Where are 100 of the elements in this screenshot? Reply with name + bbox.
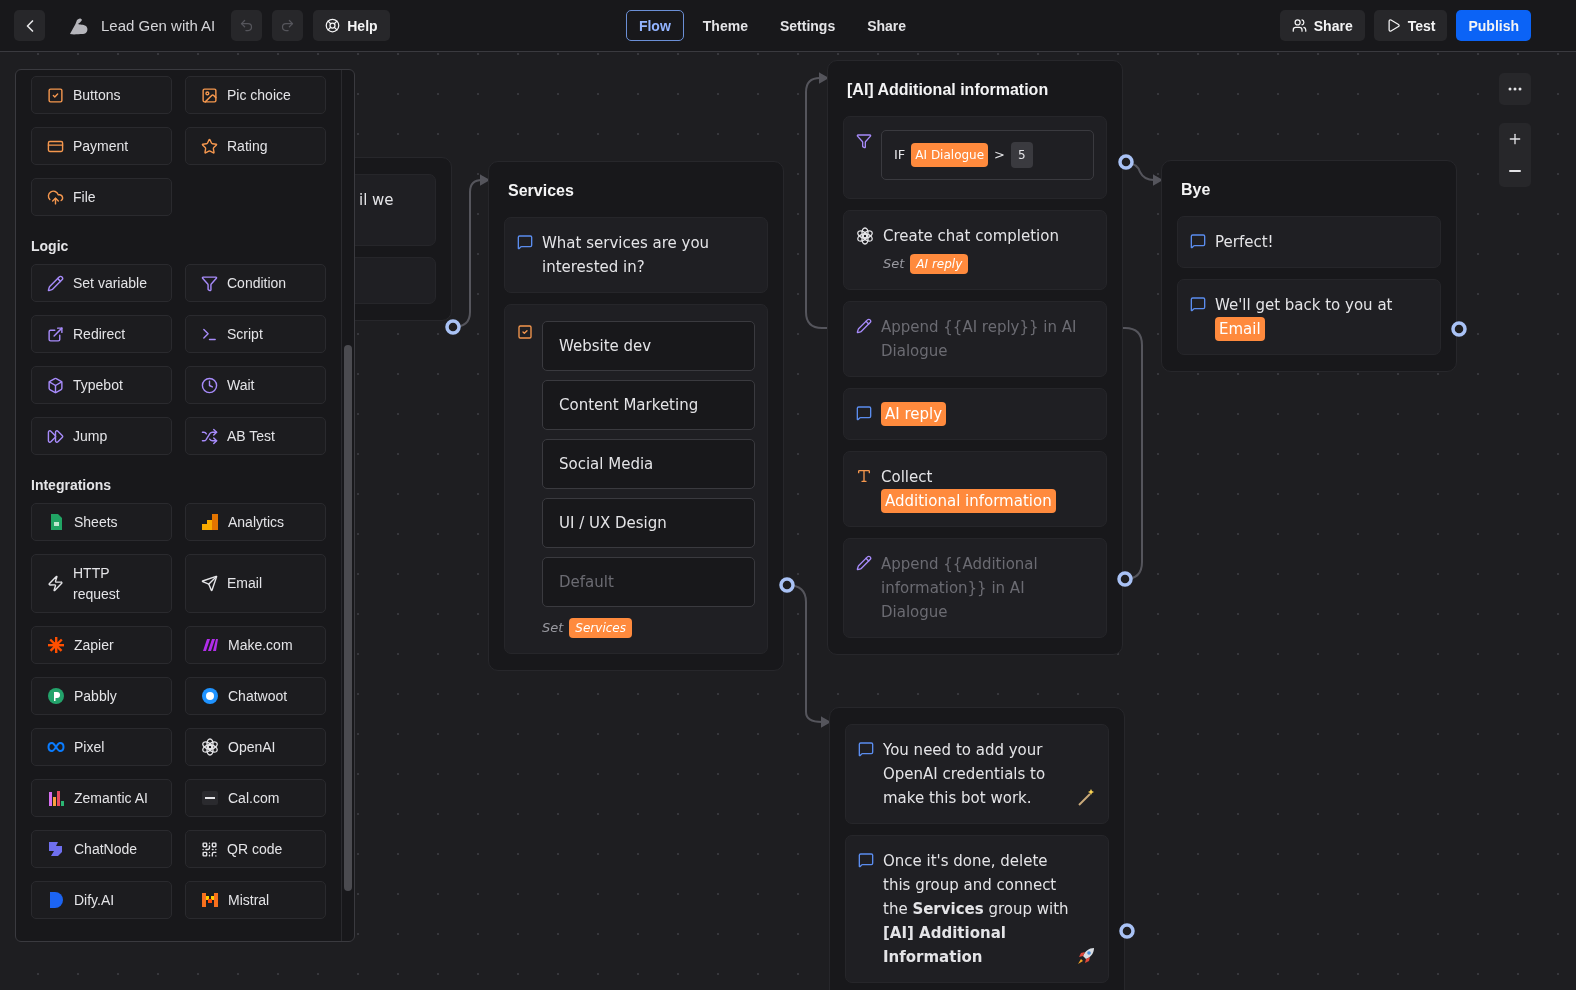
block-item[interactable]: OpenAI: [185, 728, 326, 766]
block-item[interactable]: Sheets: [31, 503, 172, 541]
output-port[interactable]: [1117, 571, 1133, 587]
lifebuoy-icon: [325, 18, 341, 33]
block-item[interactable]: Chatwoot: [185, 677, 326, 715]
output-port[interactable]: [1118, 154, 1134, 170]
variable-tag: AI reply: [910, 254, 969, 274]
output-port[interactable]: [445, 319, 461, 335]
condition-block[interactable]: IF AI Dialogue > 5: [843, 116, 1107, 199]
chat-icon: [517, 234, 533, 250]
help-button[interactable]: Help: [313, 10, 390, 41]
block-item[interactable]: Cal.com: [185, 779, 326, 817]
users-icon: [1291, 18, 1307, 33]
block-item[interactable]: Redirect: [31, 315, 172, 353]
variable-tag: AI Dialogue: [911, 143, 989, 167]
block-item[interactable]: Pic choice: [185, 76, 326, 114]
calendar-logo-icon: [201, 789, 219, 807]
block-item[interactable]: Set variable: [31, 264, 172, 302]
block-label: Create chat completion: [883, 227, 1059, 245]
block-item[interactable]: Typebot: [31, 366, 172, 404]
if-label: IF: [894, 146, 906, 164]
block-item[interactable]: Make.com: [185, 626, 326, 664]
message-text: Perfect!: [1215, 233, 1274, 251]
pencil-icon: [856, 318, 872, 334]
checkbox-icon: [47, 86, 64, 104]
block-label: Append {{Additional information}} in AI Dialogue: [881, 555, 1038, 621]
color-bars-icon: [47, 789, 65, 807]
block-item[interactable]: Email: [185, 554, 326, 613]
clock-icon: [201, 376, 218, 394]
message-block[interactable]: We'll get back to you at Email: [1177, 279, 1441, 355]
message-block[interactable]: Perfect!: [1177, 216, 1441, 268]
plus-icon: [1507, 131, 1523, 147]
output-port[interactable]: [1119, 923, 1135, 939]
block-item[interactable]: AB Test: [185, 417, 326, 455]
block-label: Collect: [881, 468, 933, 486]
node-logo-icon: [47, 840, 65, 858]
block-item[interactable]: Analytics: [185, 503, 326, 541]
pencil-icon: [856, 555, 872, 571]
choice-item[interactable]: UI / UX Design: [542, 498, 755, 548]
block-item[interactable]: Wait: [185, 366, 326, 404]
block-item[interactable]: Pabbly: [31, 677, 172, 715]
undo-icon: [239, 18, 255, 33]
set-label: Set: [542, 619, 564, 637]
qr-code-icon: [201, 840, 218, 858]
chat-icon: [1190, 233, 1206, 249]
test-button[interactable]: Test: [1373, 10, 1448, 41]
block-item[interactable]: QR code: [185, 830, 326, 868]
block-item[interactable]: Zemantic AI: [31, 779, 172, 817]
output-port[interactable]: [1451, 321, 1467, 337]
knot-icon: [201, 738, 219, 756]
more-button[interactable]: [1499, 73, 1531, 105]
block-item[interactable]: Jump: [31, 417, 172, 455]
nav-tab[interactable]: Theme: [689, 10, 761, 41]
chat-icon: [1190, 296, 1206, 312]
filter-icon: [856, 133, 872, 149]
block-item[interactable]: Zapier: [31, 626, 172, 664]
block-item[interactable]: ChatNode: [31, 830, 172, 868]
openai-block[interactable]: Create chat completion Set AI reply: [843, 210, 1107, 290]
block-item[interactable]: Mistral: [185, 881, 326, 919]
block-item[interactable]: Payment: [31, 127, 172, 165]
block-item[interactable]: File: [31, 178, 172, 216]
upload-icon: [47, 188, 64, 206]
minus-icon: [1509, 170, 1521, 172]
group-title: [AI] Additional information: [846, 80, 1050, 100]
lightning-icon: [47, 575, 64, 592]
chat-icon: [858, 852, 874, 868]
play-icon: [1385, 18, 1401, 33]
back-button[interactable]: [14, 10, 45, 41]
variable-tag: AI reply: [881, 402, 947, 426]
text-input-block[interactable]: Collect Additional information: [843, 451, 1107, 527]
send-icon: [201, 575, 218, 592]
block-item[interactable]: Buttons: [31, 76, 172, 114]
shuffle-icon: [201, 427, 218, 445]
choice-item[interactable]: Content Marketing: [542, 380, 755, 430]
nav-tab[interactable]: Settings: [766, 10, 849, 41]
pencil-icon: [47, 274, 64, 292]
choice-item[interactable]: Website dev: [542, 321, 755, 371]
output-port[interactable]: [779, 577, 795, 593]
message-block[interactable]: You need to add your OpenAI credentials to make this bot work.: [845, 724, 1109, 824]
nav-tab[interactable]: Share: [854, 10, 920, 41]
circle-icon: [47, 687, 65, 705]
magic-wand-icon: [1076, 787, 1096, 807]
block-item[interactable]: Script: [185, 315, 326, 353]
message-text: il we: [359, 191, 394, 209]
message-text: You need to add your OpenAI credentials to make this bot work.: [883, 741, 1046, 807]
block-item[interactable]: HTTP request: [31, 554, 172, 613]
share-button[interactable]: Share: [1279, 10, 1365, 41]
block-item[interactable]: Condition: [185, 264, 326, 302]
group-title: Services: [507, 181, 575, 201]
block-item[interactable]: Pixel: [31, 728, 172, 766]
block-item[interactable]: Dify.AI: [31, 881, 172, 919]
message-block[interactable]: Once it's done, delete this group and connect the Services group with [AI] Additional Information: [845, 835, 1109, 983]
choice-item[interactable]: Social Media: [542, 439, 755, 489]
publish-button[interactable]: Publish: [1456, 10, 1531, 41]
section-title: Integrations: [31, 477, 113, 493]
nav-tab[interactable]: Flow: [625, 10, 684, 41]
buttons-block[interactable]: Website dev Content Marketing Social Media UI / UX Design Default Set Services: [504, 304, 768, 654]
message-block[interactable]: What services are you interested in?: [504, 217, 768, 293]
block-item[interactable]: Rating: [185, 127, 326, 165]
fast-forward-icon: [47, 427, 64, 445]
